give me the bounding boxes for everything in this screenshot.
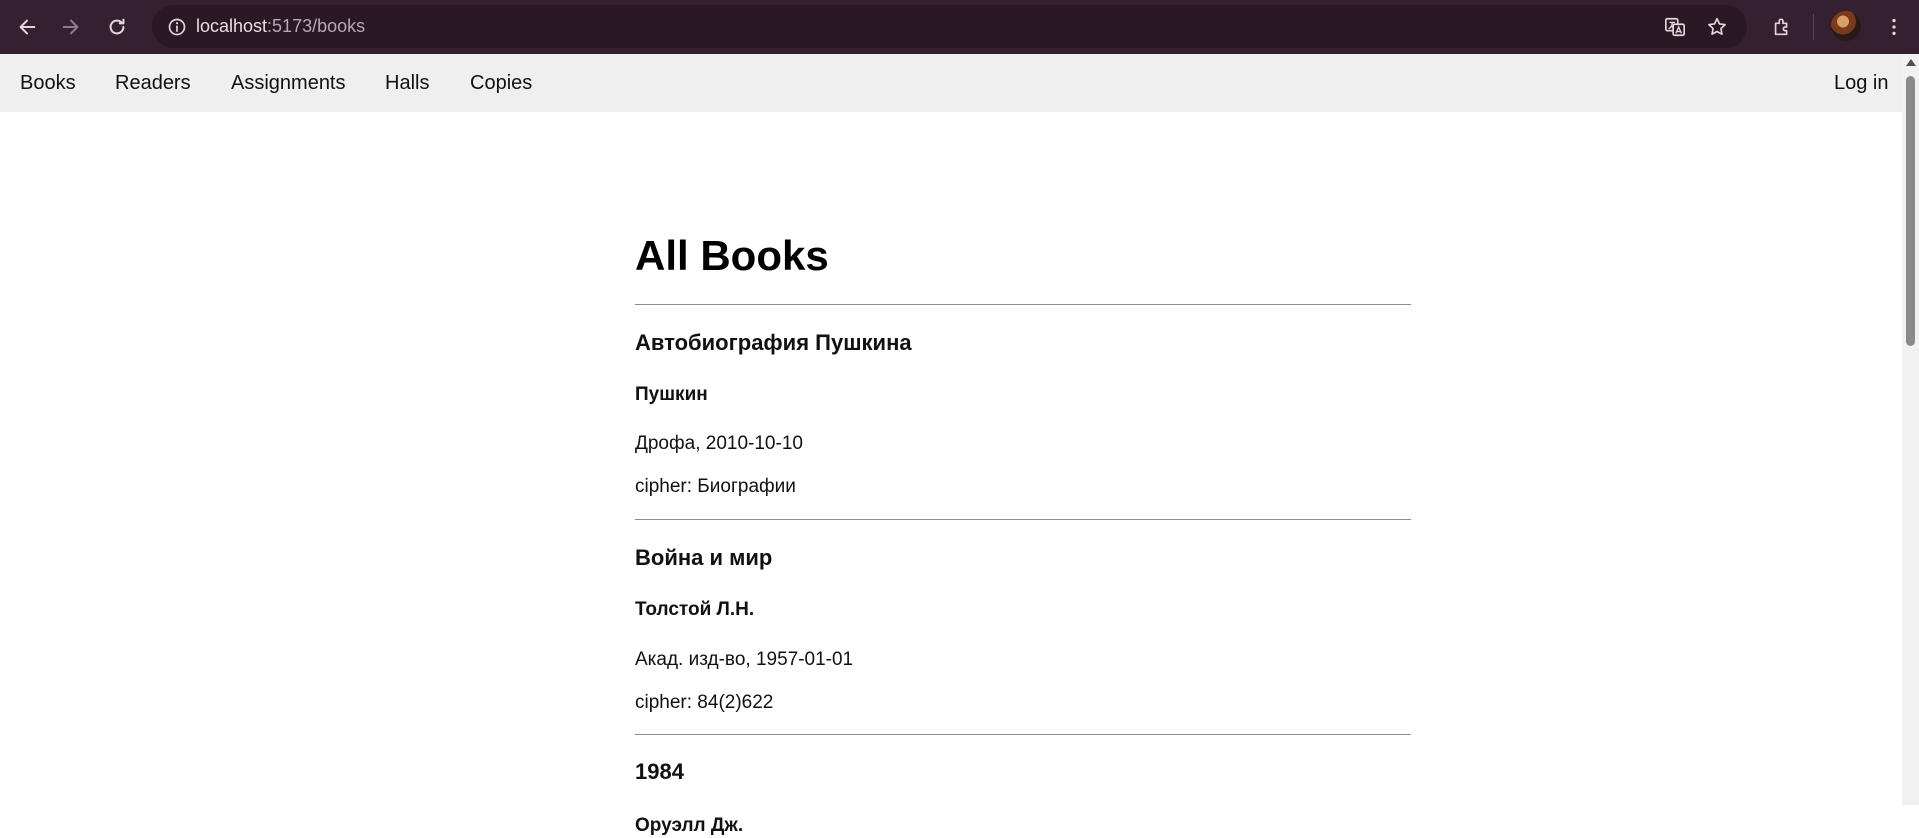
site-info-icon[interactable]	[162, 12, 192, 42]
nav-assignments-link[interactable]: Assignments	[231, 54, 346, 112]
book-cipher: cipher: 84(2)622	[635, 692, 774, 713]
book-title: Война и мир	[635, 545, 773, 570]
login-link[interactable]: Log in	[1834, 54, 1889, 112]
divider	[635, 734, 1411, 735]
bookmark-star-icon[interactable]	[1702, 12, 1732, 42]
more-menu-icon[interactable]	[1875, 8, 1913, 46]
book-title: 1984	[635, 759, 684, 784]
book-publisher-date: Дрофа, 2010-10-10	[635, 433, 803, 454]
book-publisher-date: Акад. изд-во, 1957-01-01	[635, 649, 854, 670]
divider	[635, 304, 1411, 305]
top-navbar: Books Readers Assignments Halls Copies L…	[0, 54, 1902, 112]
book-author: Пушкин	[635, 384, 708, 405]
book-author: Толстой Л.Н.	[635, 599, 755, 620]
scroll-up-arrow-icon[interactable]	[1906, 59, 1916, 66]
profile-avatar[interactable]	[1831, 11, 1861, 41]
url-path: :5173/books	[267, 16, 366, 36]
url-text[interactable]: localhost:5173/books	[196, 5, 365, 48]
nav-books-link[interactable]: Books	[20, 54, 76, 112]
back-arrow-icon[interactable]	[8, 8, 46, 46]
page-viewport: Books Readers Assignments Halls Copies L…	[0, 54, 1902, 836]
book-author: Оруэлл Дж.	[635, 815, 744, 836]
vertical-scrollbar[interactable]	[1902, 54, 1919, 805]
forward-arrow-icon[interactable]	[52, 8, 90, 46]
nav-copies-link[interactable]: Copies	[470, 54, 532, 112]
toolbar-divider	[1813, 14, 1814, 40]
book-cipher: cipher: Биографии	[635, 476, 796, 497]
url-host: localhost	[196, 16, 268, 36]
divider	[635, 519, 1411, 520]
nav-readers-link[interactable]: Readers	[115, 54, 191, 112]
extensions-icon[interactable]	[1763, 8, 1801, 46]
book-title: Автобиография Пушкина	[635, 330, 912, 355]
reload-icon[interactable]	[98, 8, 136, 46]
browser-toolbar: localhost:5173/books	[0, 0, 1919, 54]
nav-halls-link[interactable]: Halls	[385, 54, 429, 112]
scrollbar-thumb[interactable]	[1906, 76, 1915, 346]
page-title: All Books	[635, 232, 829, 279]
address-bar[interactable]: localhost:5173/books	[152, 5, 1747, 48]
translate-icon[interactable]	[1660, 12, 1690, 42]
